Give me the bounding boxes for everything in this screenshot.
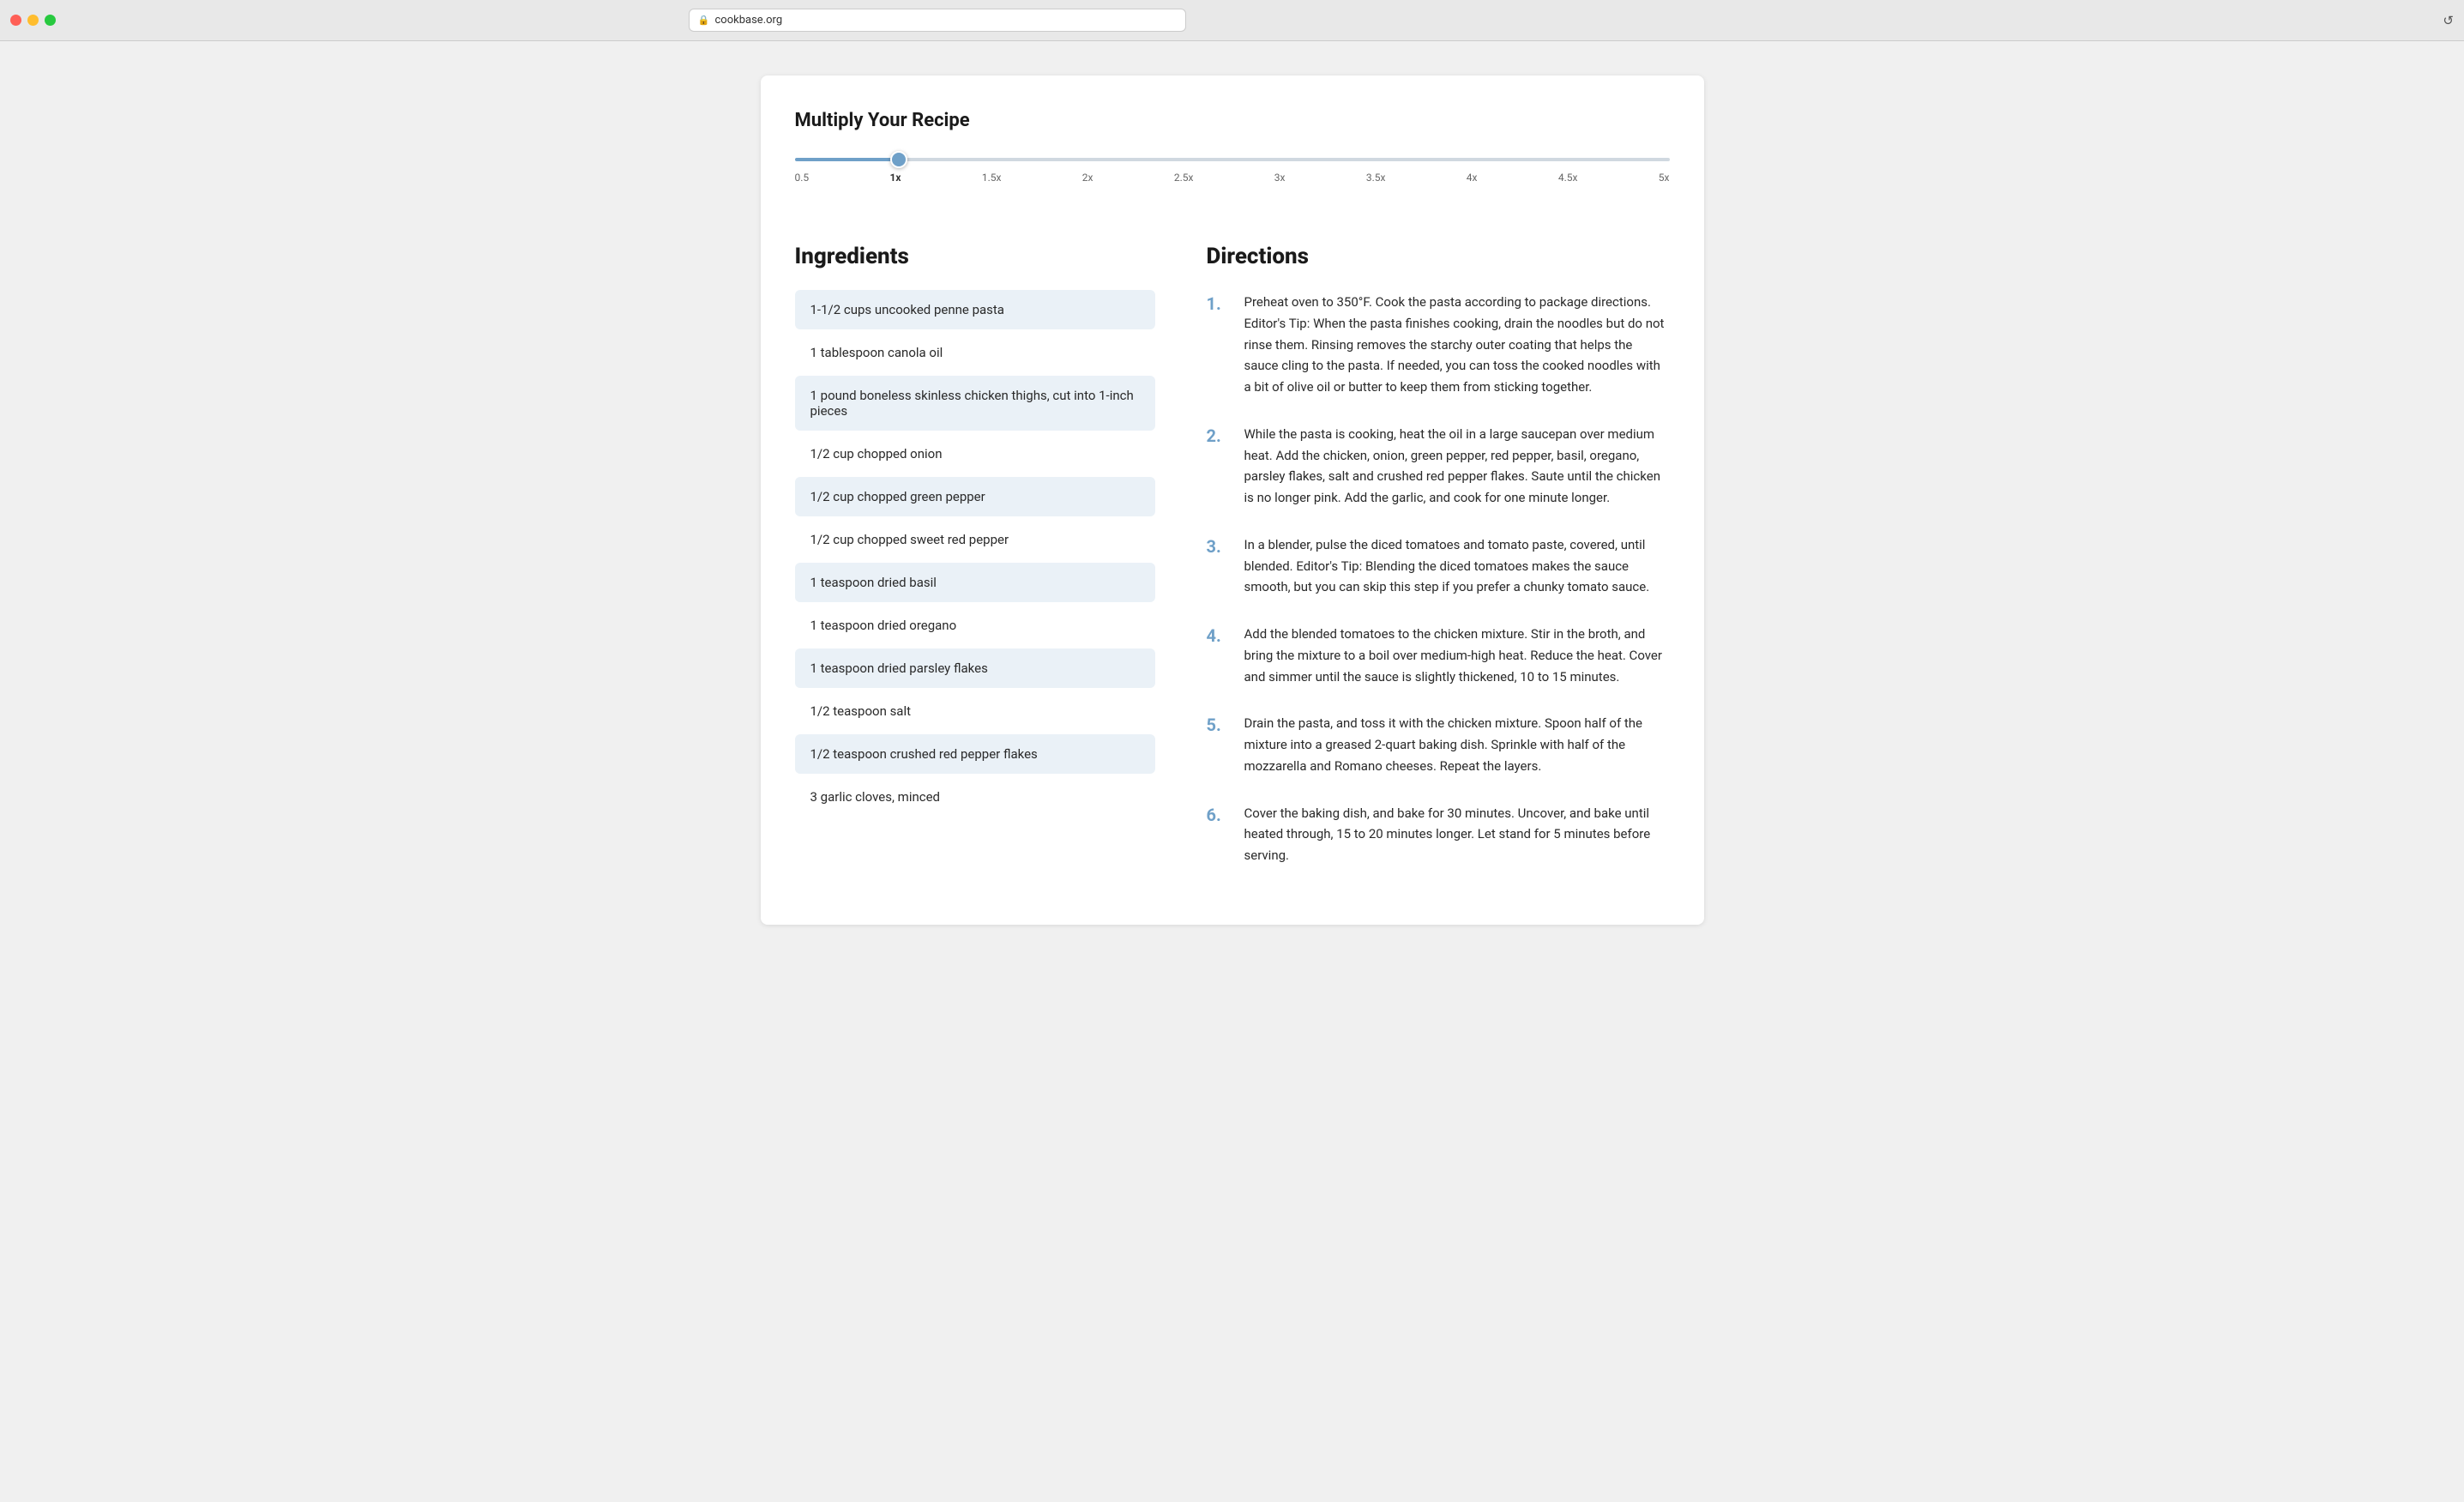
list-item: 1 teaspoon dried basil: [795, 563, 1155, 602]
browser-chrome: 🔒 cookbase.org ↺: [0, 0, 2464, 41]
step-number-1: 1.: [1207, 290, 1231, 398]
direction-item: 1. Preheat oven to 350°F. Cook the pasta…: [1207, 290, 1670, 398]
page-content: Multiply Your Recipe 0.5 1x 1.5x 2x 2.5x…: [761, 75, 1704, 925]
step-text-1: Preheat oven to 350°F. Cook the pasta ac…: [1244, 290, 1670, 398]
list-item: 1/2 cup chopped green pepper: [795, 477, 1155, 516]
slider-label-4x: 4x: [1467, 172, 1478, 184]
slider-label-0.5: 0.5: [795, 172, 810, 184]
step-text-5: Drain the pasta, and toss it with the ch…: [1244, 711, 1670, 776]
list-item: 3 garlic cloves, minced: [795, 777, 1155, 817]
step-number-2: 2.: [1207, 422, 1231, 509]
url-text: cookbase.org: [715, 14, 783, 27]
recipe-multiplier-slider[interactable]: [795, 158, 1670, 161]
slider-label-2.5x: 2.5x: [1174, 172, 1194, 184]
step-text-4: Add the blended tomatoes to the chicken …: [1244, 622, 1670, 687]
direction-item: 4. Add the blended tomatoes to the chick…: [1207, 622, 1670, 687]
multiply-section: Multiply Your Recipe 0.5 1x 1.5x 2x 2.5x…: [795, 110, 1670, 209]
slider-container: 0.5 1x 1.5x 2x 2.5x 3x 3.5x 4x 4.5x 5x: [795, 148, 1670, 209]
list-item: 1 teaspoon dried parsley flakes: [795, 648, 1155, 688]
slider-label-1x: 1x: [890, 172, 901, 184]
list-item: 1/2 teaspoon crushed red pepper flakes: [795, 734, 1155, 774]
direction-item: 6. Cover the baking dish, and bake for 3…: [1207, 801, 1670, 866]
slider-label-2x: 2x: [1082, 172, 1093, 184]
slider-label-3x: 3x: [1274, 172, 1286, 184]
step-text-6: Cover the baking dish, and bake for 30 m…: [1244, 801, 1670, 866]
lock-icon: 🔒: [698, 15, 710, 26]
list-item: 1-1/2 cups uncooked penne pasta: [795, 290, 1155, 329]
slider-label-4.5x: 4.5x: [1558, 172, 1578, 184]
directions-list: 1. Preheat oven to 350°F. Cook the pasta…: [1207, 290, 1670, 866]
directions-column: Directions 1. Preheat oven to 350°F. Coo…: [1207, 244, 1670, 890]
list-item: 1/2 cup chopped sweet red pepper: [795, 520, 1155, 559]
slider-labels: 0.5 1x 1.5x 2x 2.5x 3x 3.5x 4x 4.5x 5x: [795, 172, 1670, 184]
step-number-5: 5.: [1207, 711, 1231, 776]
maximize-button[interactable]: [45, 15, 56, 26]
step-text-2: While the pasta is cooking, heat the oil…: [1244, 422, 1670, 509]
traffic-lights: [10, 15, 56, 26]
direction-item: 2. While the pasta is cooking, heat the …: [1207, 422, 1670, 509]
address-bar[interactable]: 🔒 cookbase.org: [689, 9, 1186, 32]
list-item: 1/2 cup chopped onion: [795, 434, 1155, 474]
reload-button[interactable]: ↺: [2443, 13, 2454, 28]
step-number-3: 3.: [1207, 533, 1231, 598]
direction-item: 5. Drain the pasta, and toss it with the…: [1207, 711, 1670, 776]
directions-title: Directions: [1207, 244, 1670, 269]
ingredients-title: Ingredients: [795, 244, 1155, 269]
slider-label-1.5x: 1.5x: [982, 172, 1002, 184]
list-item: 1 tablespoon canola oil: [795, 333, 1155, 372]
step-number-6: 6.: [1207, 801, 1231, 866]
step-text-3: In a blender, pulse the diced tomatoes a…: [1244, 533, 1670, 598]
main-columns: Ingredients 1-1/2 cups uncooked penne pa…: [795, 244, 1670, 890]
slider-label-3.5x: 3.5x: [1366, 172, 1386, 184]
step-number-4: 4.: [1207, 622, 1231, 687]
multiply-title: Multiply Your Recipe: [795, 110, 1670, 131]
direction-item: 3. In a blender, pulse the diced tomatoe…: [1207, 533, 1670, 598]
ingredient-list: 1-1/2 cups uncooked penne pasta 1 tables…: [795, 290, 1155, 820]
list-item: 1/2 teaspoon salt: [795, 691, 1155, 731]
list-item: 1 teaspoon dried oregano: [795, 606, 1155, 645]
slider-label-5x: 5x: [1659, 172, 1670, 184]
ingredients-column: Ingredients 1-1/2 cups uncooked penne pa…: [795, 244, 1155, 890]
close-button[interactable]: [10, 15, 21, 26]
minimize-button[interactable]: [27, 15, 39, 26]
list-item: 1 pound boneless skinless chicken thighs…: [795, 376, 1155, 431]
